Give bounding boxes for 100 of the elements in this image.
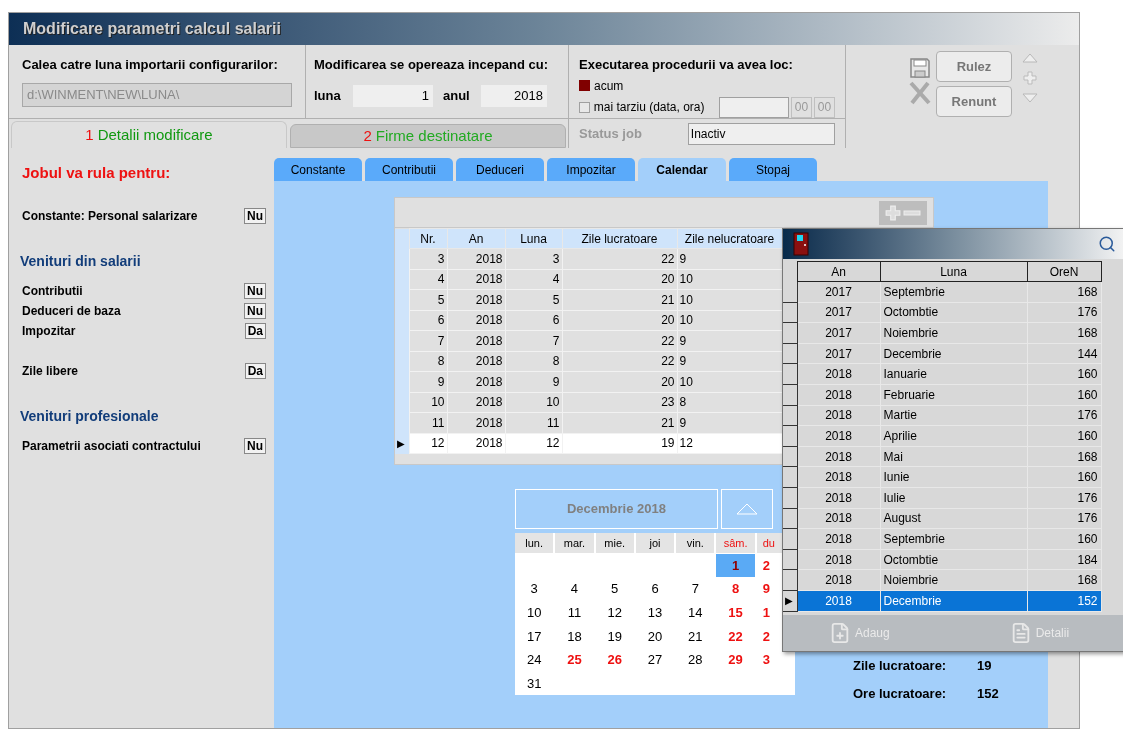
- option-checkbox[interactable]: [579, 80, 590, 91]
- table-cell: 23: [562, 392, 677, 413]
- table-cell: 5: [409, 289, 447, 310]
- action-button[interactable]: Rulez: [936, 51, 1012, 82]
- weekday-header: sâm.: [716, 533, 755, 553]
- option-value: Da: [244, 362, 266, 379]
- table-cell: 2018: [797, 569, 880, 591]
- calendar-day[interactable]: 15: [716, 601, 755, 624]
- calendar-day[interactable]: 5: [595, 577, 634, 601]
- table-cell: 2018: [447, 412, 505, 433]
- table-row[interactable]: 8 2018 8 22 9: [395, 351, 782, 372]
- table-row[interactable]: 3 2018 3 22 9: [395, 248, 782, 269]
- save-icon[interactable]: [909, 57, 931, 79]
- calendar-day[interactable]: 9: [762, 579, 770, 599]
- search-icon[interactable]: [1098, 235, 1116, 253]
- table-cell: 160: [1027, 466, 1101, 488]
- calendar-day[interactable]: 1: [762, 602, 770, 623]
- calendar-day[interactable]: 20: [635, 625, 675, 648]
- year-label: anul: [443, 86, 471, 105]
- calendar-day[interactable]: 25: [555, 648, 594, 672]
- action-button[interactable]: Renunt: [936, 86, 1012, 117]
- calendar-day[interactable]: 12: [595, 601, 634, 624]
- column-header: OreN: [1027, 261, 1101, 282]
- add-remove-toolbar[interactable]: [879, 200, 927, 225]
- option-checkbox[interactable]: [579, 101, 590, 113]
- status-field: Inactiv: [687, 122, 835, 145]
- table-row[interactable]: 5 2018 5 21 10: [395, 289, 782, 310]
- calendar-day[interactable]: 18: [555, 625, 594, 648]
- calendar-day[interactable]: 2: [762, 626, 770, 647]
- column-header: Luna: [505, 228, 562, 249]
- table-cell: 2018: [797, 363, 880, 385]
- calendar-day[interactable]: 4: [555, 577, 594, 601]
- tab[interactable]: Constante: [274, 158, 362, 181]
- table-cell: 168: [1027, 446, 1101, 467]
- calendar-day[interactable]: 28: [676, 648, 715, 672]
- calendar-day[interactable]: 21: [676, 625, 715, 648]
- calendar-day[interactable]: 3: [515, 577, 554, 601]
- tab[interactable]: Calendar: [638, 158, 726, 181]
- table-cell: 168: [1027, 281, 1101, 303]
- calendar-day[interactable]: 13: [635, 601, 675, 624]
- table-cell: Aprilie: [880, 425, 1027, 447]
- month-title: Decembrie 2018: [515, 489, 718, 529]
- column-header: Nr.: [409, 228, 447, 249]
- table-cell: 2018: [797, 590, 880, 611]
- weekday-header: vin.: [676, 533, 715, 553]
- calendar-day[interactable]: 11: [555, 601, 594, 624]
- table-cell: 20: [562, 269, 677, 290]
- column-header: An: [447, 228, 505, 249]
- table-cell: 20: [562, 371, 677, 392]
- calendar-day[interactable]: 3: [762, 650, 770, 670]
- calendar-day[interactable]: 10: [515, 601, 554, 624]
- execution-label: Executarea procedurii va avea loc:: [579, 56, 794, 74]
- table-row[interactable]: 10 2018 10 23 8: [395, 392, 782, 413]
- weekday-header: mie.: [595, 533, 634, 553]
- previous-month-button[interactable]: [721, 489, 773, 529]
- table-cell: 168: [1027, 569, 1101, 591]
- calendar-day[interactable]: 26: [595, 648, 634, 672]
- calendar-day[interactable]: 27: [635, 648, 675, 672]
- table-cell: Iulie: [880, 487, 1027, 509]
- table-cell: 176: [1027, 302, 1101, 323]
- option-value: Nu: [244, 207, 266, 224]
- tab[interactable]: Impozitar: [547, 158, 635, 181]
- calendar-day[interactable]: 17: [515, 625, 554, 648]
- calendar-day[interactable]: 29: [716, 648, 755, 672]
- down-arrow-icon[interactable]: [1022, 93, 1038, 103]
- table-row[interactable]: 6 2018 6 20 10: [395, 310, 782, 331]
- lookup-row[interactable]: ▶ 2018 Decembrie 152: [783, 590, 1123, 611]
- plus-icon[interactable]: [1023, 71, 1037, 85]
- option-label: mai tarziu (data, ora): [593, 99, 706, 116]
- table-row[interactable]: 9 2018 9 20 10: [395, 371, 782, 392]
- calendar-day[interactable]: 31: [515, 672, 554, 696]
- table-row[interactable]: 4 2018 4 20 10: [395, 269, 782, 290]
- calendar-day[interactable]: 19: [595, 625, 634, 648]
- tab[interactable]: Stopaj: [729, 158, 817, 181]
- calendar-day[interactable]: 1: [716, 554, 755, 577]
- calendar-day[interactable]: 22: [716, 625, 755, 648]
- table-cell: 184: [1027, 549, 1101, 570]
- calendar-day[interactable]: 6: [635, 577, 675, 601]
- calendar-day[interactable]: 2: [762, 555, 770, 576]
- date-field[interactable]: [719, 96, 789, 118]
- calendar-day[interactable]: 24: [515, 648, 554, 672]
- table-row[interactable]: 11 2018 11 21 9: [395, 412, 782, 433]
- calendar-day[interactable]: 7: [676, 577, 715, 601]
- table-cell: Septembrie: [880, 281, 1027, 303]
- tab[interactable]: Deduceri: [456, 158, 544, 181]
- close-icon[interactable]: [908, 81, 932, 105]
- table-cell: August: [880, 508, 1027, 529]
- calendar-day[interactable]: 8: [716, 577, 755, 601]
- year-field[interactable]: 2018: [481, 84, 547, 107]
- table-cell: Octombtie: [880, 302, 1027, 323]
- option-label: Zile libere: [22, 362, 79, 380]
- minus-icon[interactable]: [903, 209, 921, 216]
- table-row[interactable]: 7 2018 7 22 9: [395, 330, 782, 351]
- table-cell: 11: [505, 412, 562, 433]
- calendar-day[interactable]: 14: [676, 601, 715, 624]
- table-row[interactable]: ▶ 12 2018 12 19 12: [395, 433, 782, 454]
- up-arrow-icon[interactable]: [1022, 53, 1038, 63]
- month-field[interactable]: 1: [353, 84, 433, 107]
- tab[interactable]: Contributii: [365, 158, 453, 181]
- month-label: luna: [314, 86, 342, 105]
